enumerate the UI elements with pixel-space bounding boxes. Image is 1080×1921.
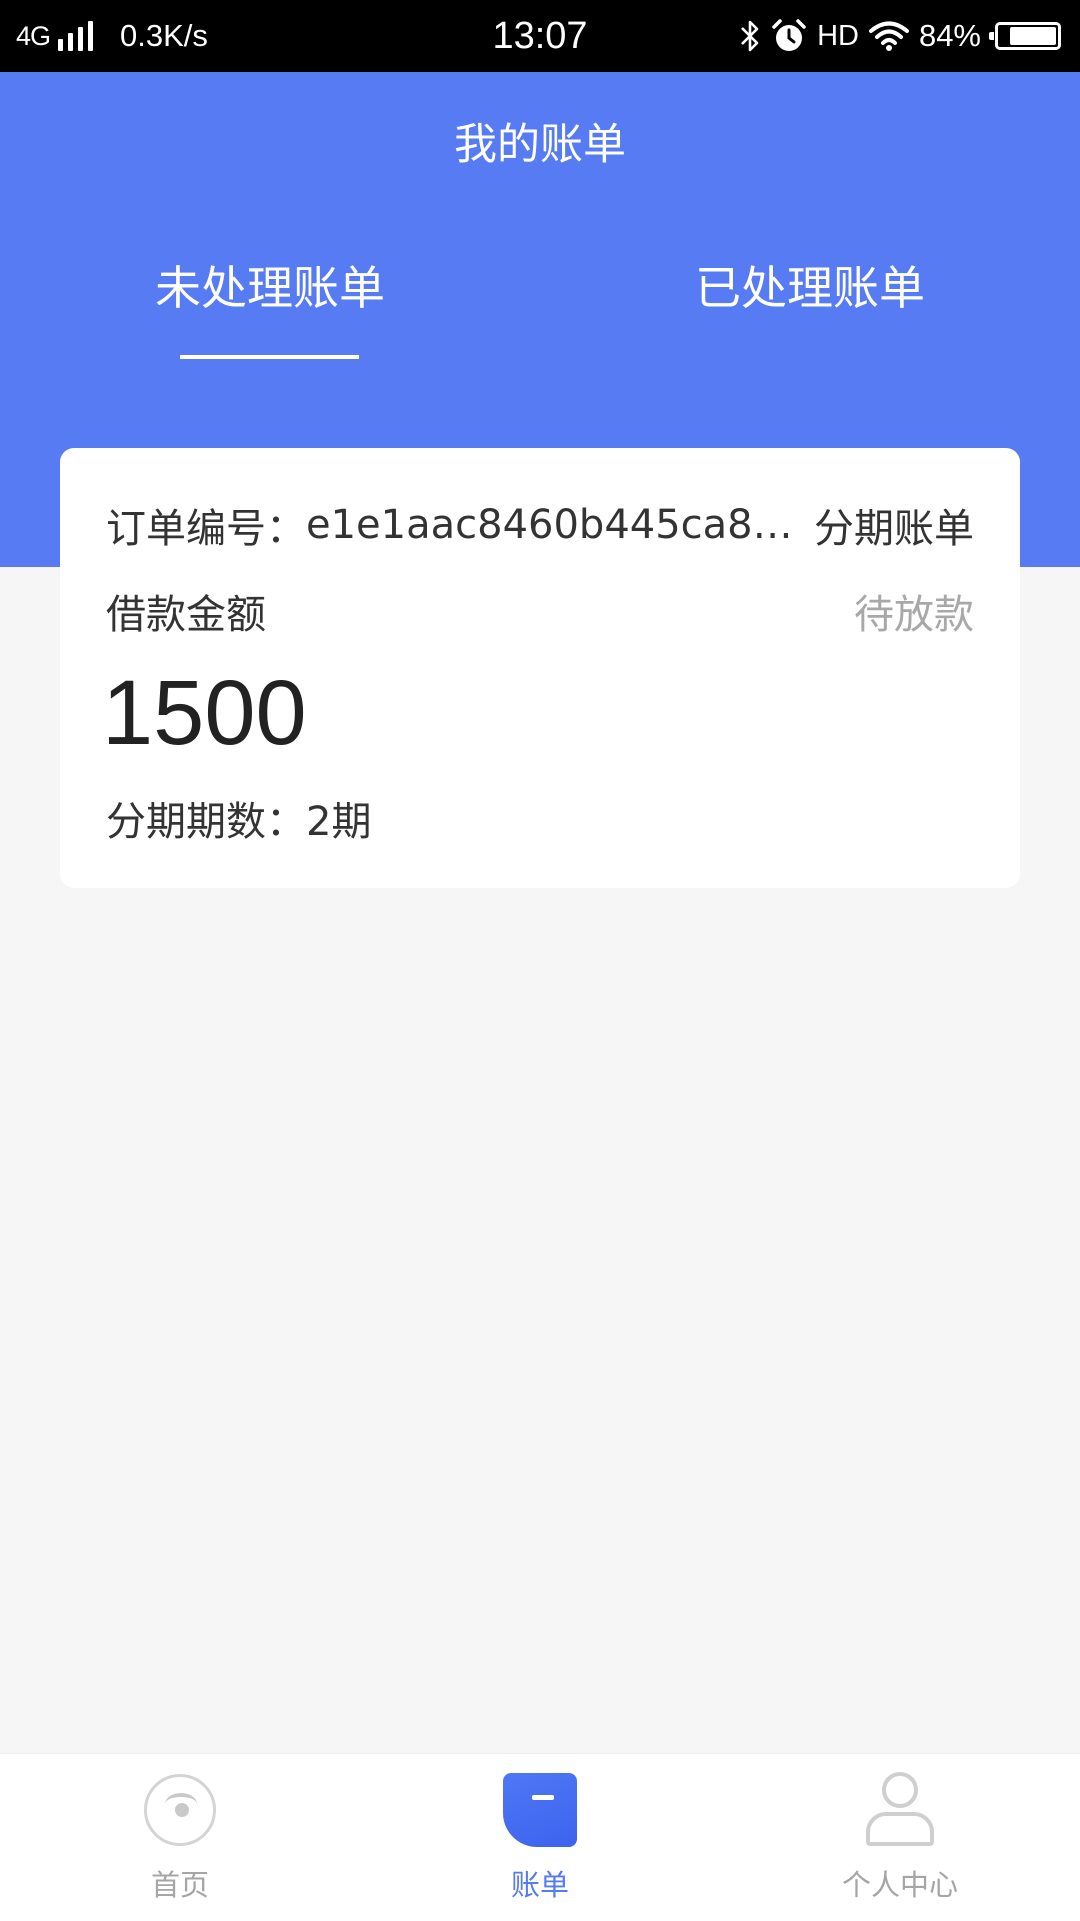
alarm-icon [772, 19, 806, 51]
clock: 13:07 [492, 14, 588, 57]
status-bar-right: HD 84% [729, 0, 1061, 72]
order-number-label: 订单编号： [106, 506, 306, 552]
loan-amount-label: 借款金额 [106, 592, 266, 638]
nav-item-bill[interactable]: 账单 [440, 1768, 640, 1904]
status-bar: 4G 0.3K/s 13:07 HD 84% [0, 0, 1080, 72]
nav-item-home[interactable]: 首页 [80, 1768, 280, 1904]
bill-type: 分期账单 [814, 506, 974, 552]
battery-level [1009, 27, 1056, 45]
status-bar-left: 4G 0.3K/s [16, 0, 208, 72]
battery-percent: 84% [918, 18, 981, 53]
status-badge: 待放款 [854, 592, 974, 638]
battery-icon [989, 22, 1061, 50]
nav-label-profile: 个人中心 [841, 1868, 958, 1902]
network-speed: 0.3K/s [120, 18, 208, 53]
network-type: 4G [16, 20, 51, 51]
user-icon [864, 1772, 936, 1848]
signal-icon [58, 21, 98, 51]
hd-indicator: HD [817, 19, 859, 52]
nav-label-home: 首页 [150, 1868, 209, 1902]
order-row: 订单编号： e1e1aac8460b445ca8… 分期账单 [106, 496, 974, 554]
nav-label-bill: 账单 [510, 1868, 569, 1902]
installment-count: 2期 [306, 799, 372, 845]
wifi-icon [868, 21, 909, 51]
installment-row: 分期期数：2期 [106, 789, 371, 847]
installment-label: 分期期数： [106, 799, 306, 845]
tab-unprocessed[interactable]: 未处理账单 [105, 252, 435, 318]
loan-row: 借款金额 待放款 [106, 582, 974, 640]
active-tab-indicator [180, 355, 359, 359]
bill-card[interactable]: 订单编号： e1e1aac8460b445ca8… 分期账单 借款金额 待放款 … [60, 448, 1020, 888]
bill-icon [503, 1773, 577, 1847]
nav-item-profile[interactable]: 个人中心 [800, 1768, 1000, 1904]
page-title: 我的账单 [454, 120, 626, 170]
bottom-nav: 首页 账单 个人中心 [0, 1753, 1080, 1921]
home-eye-icon [144, 1774, 216, 1846]
tab-processed[interactable]: 已处理账单 [645, 252, 975, 318]
order-number: e1e1aac8460b445ca8… [306, 502, 793, 548]
loan-amount: 1500 [102, 662, 307, 764]
bluetooth-icon [741, 20, 759, 52]
